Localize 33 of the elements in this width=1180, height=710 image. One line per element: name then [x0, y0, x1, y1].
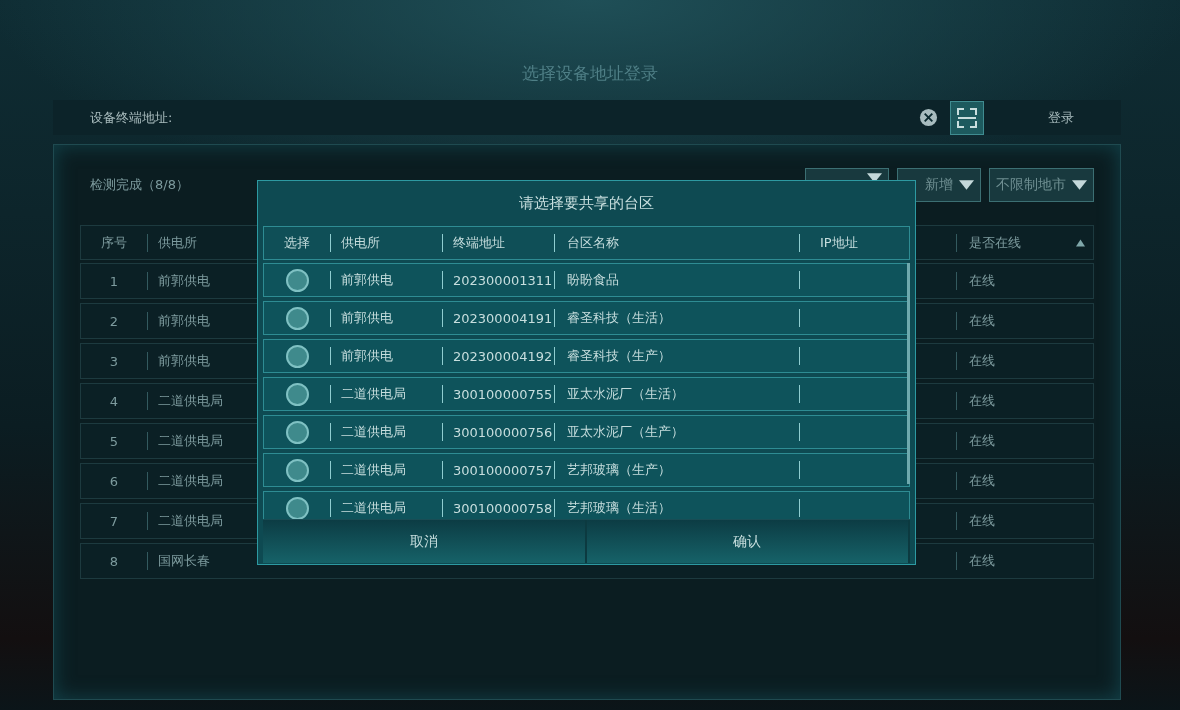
dialog-title: 请选择要共享的台区	[519, 194, 654, 212]
table-cell-text: 7	[108, 513, 120, 529]
dropdown[interactable]: 不限制地市	[989, 168, 1094, 202]
table-cell-text: 8	[108, 553, 120, 569]
table-cell-text: 2	[108, 313, 120, 329]
table-row[interactable]: 二道供电局 300100000756 亚太水泥厂（生产）	[263, 415, 910, 449]
table-row[interactable]: 前郭供电 202300001311 盼盼食品	[263, 263, 910, 297]
table-cell-text: 5	[108, 433, 120, 449]
status-text: 检测完成（8/8）	[90, 176, 189, 194]
cancel-button[interactable]: 取消	[263, 520, 587, 563]
table-cell-text: 4	[108, 393, 120, 409]
table-row[interactable]: 二道供电局 300100000755 亚太水泥厂（生活）	[263, 377, 910, 411]
page-title: 选择设备地址登录	[521, 62, 659, 85]
table-cell-text: 6	[108, 473, 120, 489]
address-label: 设备终端地址:	[90, 108, 173, 127]
table-cell: 在线	[956, 312, 1093, 330]
table-cell-text: 3	[108, 353, 120, 369]
table-cell: 在线	[956, 432, 1093, 450]
column-header: 选择	[283, 234, 311, 252]
table-cell: 在线	[956, 472, 1093, 490]
table-cell: 在线	[956, 392, 1093, 410]
table-row[interactable]: 二道供电局 300100000758 艺邦玻璃（生活）	[263, 491, 910, 519]
table-row[interactable]: 前郭供电 202300004191 睿圣科技（生活）	[263, 301, 910, 335]
table-cell: 在线	[956, 512, 1093, 530]
table-cell: 在线	[956, 272, 1093, 290]
confirm-button[interactable]: 确认	[586, 520, 910, 563]
table-row[interactable]: 二道供电局 300100000757 艺邦玻璃（生产）	[263, 453, 910, 487]
table-cell-text: 1	[108, 273, 120, 289]
column-header: 序号	[100, 233, 128, 252]
table-cell: 在线	[956, 352, 1093, 370]
table-row[interactable]: 前郭供电 202300004192 睿圣科技（生产）	[263, 339, 910, 373]
table-cell: 在线	[956, 552, 1093, 570]
login-button[interactable]: 登录	[1001, 107, 1121, 128]
